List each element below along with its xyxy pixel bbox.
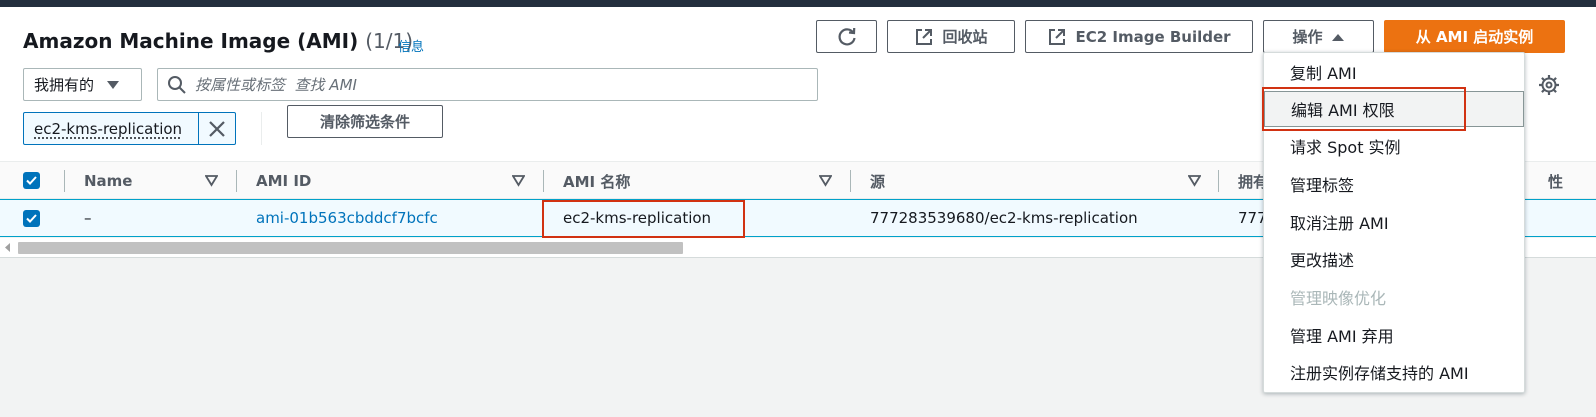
refresh-icon [837, 27, 856, 45]
filter-token: ec2-kms-replication [23, 112, 236, 145]
clear-filters-label: 清除筛选条件 [319, 113, 410, 131]
column-divider [1218, 170, 1219, 192]
search-input[interactable] [195, 75, 795, 94]
filter-token-label: ec2-kms-replication [24, 113, 200, 144]
column-header-source[interactable]: 源 [870, 162, 885, 200]
search-box[interactable] [157, 68, 818, 101]
cell-ami-name: ec2-kms-replication [563, 209, 712, 227]
clear-filters-button[interactable]: 清除筛选条件 [287, 105, 443, 138]
scroll-left-icon[interactable] [5, 243, 11, 252]
page-title: Amazon Machine Image (AMI) (1/1) [23, 29, 413, 53]
launch-instance-button[interactable]: 从 AMI 启动实例 [1384, 20, 1565, 53]
menu-item-change-description[interactable]: 更改描述 [1264, 241, 1524, 277]
menu-item-manage-tags[interactable]: 管理标签 [1264, 166, 1524, 202]
menu-item-manage-image-optimization: 管理映像优化 [1290, 289, 1387, 308]
column-divider [850, 170, 851, 192]
external-link-icon [1049, 28, 1066, 45]
close-icon [209, 120, 225, 137]
select-all-checkbox[interactable] [23, 172, 40, 189]
gear-icon[interactable] [1538, 74, 1560, 96]
column-divider [543, 170, 544, 192]
row-checkbox[interactable] [23, 210, 40, 227]
sort-icon[interactable] [1188, 175, 1201, 187]
scrollbar-thumb[interactable] [18, 242, 683, 254]
refresh-button[interactable] [816, 20, 877, 53]
sort-icon[interactable] [512, 175, 525, 187]
menu-item-deregister-ami[interactable]: 取消注册 AMI [1264, 204, 1524, 240]
top-nav-bar [0, 0, 1596, 7]
column-divider [236, 170, 237, 192]
owner-filter-value: 我拥有的 [34, 76, 95, 94]
remove-token-button[interactable] [199, 113, 235, 144]
column-header-ami-id[interactable]: AMI ID [256, 162, 311, 200]
caret-down-icon [107, 80, 120, 89]
cell-source: 777283539680/ec2-kms-replication [870, 209, 1138, 227]
column-header-ami-name[interactable]: AMI 名称 [563, 162, 630, 200]
image-builder-button[interactable]: EC2 Image Builder [1025, 20, 1253, 53]
recycle-bin-button[interactable]: 回收站 [887, 20, 1015, 53]
column-header-name[interactable]: Name [84, 162, 132, 200]
column-divider [64, 170, 65, 192]
menu-item-register-instance-store-ami[interactable]: 注册实例存储支持的 AMI [1264, 354, 1524, 390]
column-header-partial[interactable]: 性 [1548, 162, 1563, 200]
cell-name: – [84, 209, 92, 227]
external-link-icon [916, 28, 933, 45]
menu-item-copy-ami[interactable]: 复制 AMI [1264, 54, 1524, 90]
menu-item-edit-ami-permissions[interactable]: 编辑 AMI 权限 [1264, 91, 1524, 127]
filter-divider [261, 112, 262, 145]
check-icon [26, 214, 37, 223]
sort-icon[interactable] [819, 175, 832, 187]
menu-item-request-spot[interactable]: 请求 Spot 实例 [1264, 128, 1524, 164]
owner-filter-select[interactable]: 我拥有的 [23, 68, 142, 101]
actions-dropdown-menu: 复制 AMI 编辑 AMI 权限 请求 Spot 实例 管理标签 取消注册 AM… [1263, 52, 1525, 393]
cell-ami-id-link[interactable]: ami-01b563cbddcf7bcfc [256, 200, 438, 236]
search-icon [168, 75, 186, 94]
sort-icon[interactable] [205, 175, 218, 187]
launch-label: 从 AMI 启动实例 [1415, 28, 1534, 46]
caret-up-icon [1331, 33, 1344, 41]
actions-button[interactable]: 操作 [1263, 20, 1374, 53]
actions-label: 操作 [1292, 28, 1323, 46]
info-link[interactable]: 信息 [398, 36, 424, 55]
menu-item-manage-deprecation[interactable]: 管理 AMI 弃用 [1264, 317, 1524, 353]
check-icon [26, 176, 37, 185]
recycle-bin-label: 回收站 [942, 28, 988, 46]
image-builder-label: EC2 Image Builder [1075, 27, 1231, 46]
page-title-text: Amazon Machine Image (AMI) [23, 29, 359, 53]
